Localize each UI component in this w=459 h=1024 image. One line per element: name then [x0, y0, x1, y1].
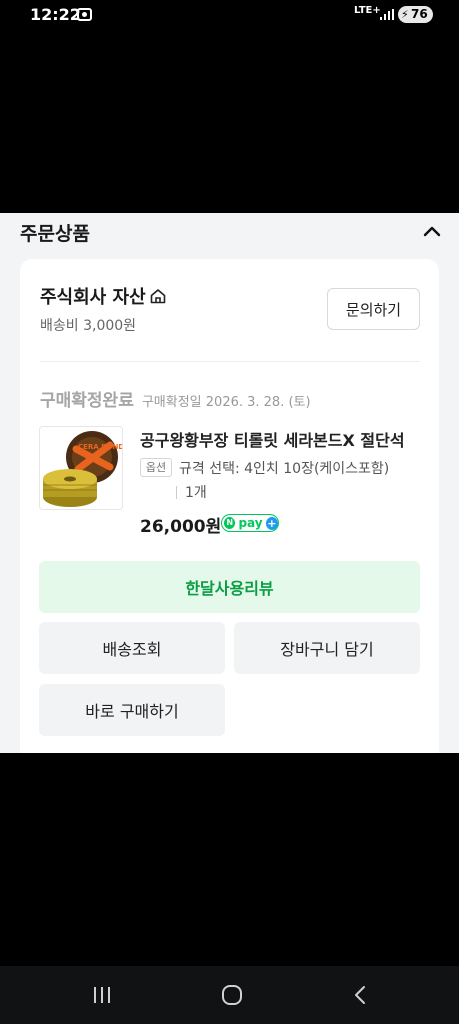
screen: 12:22 LTE+ ⚡ 76 주문상품 주식회사 자산 배송비 3,000원 …: [0, 0, 459, 1024]
divider: [40, 361, 420, 362]
battery-charging-icon: ⚡: [401, 8, 409, 21]
option-text: 규격 선택: 4인치 10장(케이스포함): [179, 461, 390, 477]
npay-text: pay: [238, 516, 263, 530]
back-icon[interactable]: [352, 985, 368, 1005]
shipping-fee: 배송비 3,000원: [40, 318, 137, 334]
npay-badge: N pay +: [221, 514, 279, 532]
quantity-separator: [176, 485, 177, 499]
npay-logo-icon: N: [224, 517, 236, 529]
seller-name: 주식회사 자산: [40, 287, 146, 308]
confirm-date: 구매확정일 2026. 3. 28. (토): [141, 395, 311, 410]
section-title: 주문상품: [20, 223, 90, 245]
product-thumbnail[interactable]: CERA BOND: [39, 426, 123, 510]
section-header[interactable]: 주문상품: [0, 213, 459, 253]
product-image: CERA BOND: [40, 427, 123, 509]
screen-record-icon: [77, 8, 92, 21]
battery-level: 76: [411, 7, 428, 21]
chevron-up-icon[interactable]: [422, 223, 442, 239]
order-status: 구매확정완료: [40, 391, 134, 411]
price: 26,000원: [140, 517, 222, 537]
plus-icon: +: [265, 516, 278, 530]
buy-again-button[interactable]: 바로 구매하기: [39, 684, 225, 736]
review-button[interactable]: 한달사용리뷰: [39, 561, 420, 613]
status-bar: 12:22 LTE+ ⚡ 76: [0, 0, 459, 30]
home-icon[interactable]: [221, 984, 243, 1006]
option-badge: 옵션: [140, 458, 172, 477]
home-icon: [150, 289, 165, 304]
quantity-row: 1개: [176, 482, 207, 502]
status-time: 12:22: [30, 5, 81, 24]
battery-badge: ⚡ 76: [398, 6, 433, 23]
network-label: LTE+: [354, 5, 381, 16]
inquiry-button[interactable]: 문의하기: [327, 288, 420, 330]
signal-icon: [380, 9, 394, 20]
quantity: 1개: [185, 485, 207, 501]
order-card: 주식회사 자산 배송비 3,000원 문의하기 구매확정완료 구매확정일 202…: [20, 259, 439, 753]
order-status-row: 구매확정완료 구매확정일 2026. 3. 28. (토): [40, 386, 311, 411]
product-name[interactable]: 공구왕황부장 티롤릿 세라본드X 절단석: [140, 427, 422, 451]
add-to-cart-button[interactable]: 장바구니 담기: [234, 622, 420, 674]
track-shipment-button[interactable]: 배송조회: [39, 622, 225, 674]
order-items-sheet: 주문상품 주식회사 자산 배송비 3,000원 문의하기 구매확정완료 구매확정…: [0, 213, 459, 753]
recents-icon[interactable]: [92, 986, 112, 1004]
thumb-brand-text: CERA BOND: [78, 443, 123, 451]
seller-name-row[interactable]: 주식회사 자산: [40, 283, 167, 309]
navigation-bar: [0, 966, 459, 1024]
